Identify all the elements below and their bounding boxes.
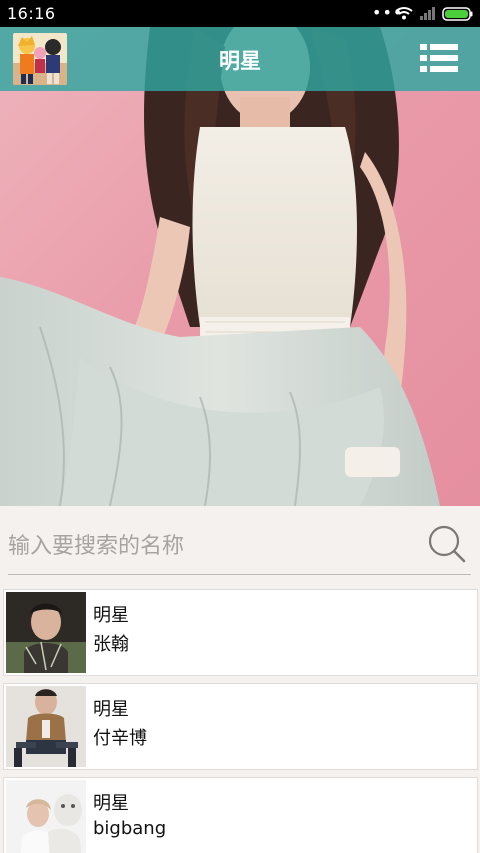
item-category: 明星 [93,793,129,814]
screen: 16:16 ••• 明星 输入要搜索的名称 明星 张翰 明星 付辛博 明星 bi… [0,0,480,853]
wifi-icon [395,7,413,20]
fu-xinbo-photo [6,686,86,767]
item-name: 张翰 [93,634,129,655]
naruto-logo[interactable] [13,33,67,85]
banner-image[interactable] [0,27,480,506]
bigbang-photo [6,780,86,853]
app-bar: 明星 [0,27,480,91]
item-name: 付辛博 [93,728,147,749]
item-category: 明星 [93,699,129,720]
list-item[interactable]: 明星 张翰 [3,589,478,676]
menu-button[interactable] [418,41,460,75]
search-bar [8,518,471,575]
status-bar: 16:16 ••• [0,0,480,27]
search-input[interactable] [8,526,408,566]
list-item[interactable]: 明星 付辛博 [3,683,478,770]
zhang-han-photo [6,592,86,673]
celebrity-list: 明星 张翰 明星 付辛博 明星 bigbang [3,589,478,853]
battery-icon [442,7,473,21]
signal-icon [420,7,435,20]
item-name: bigbang [93,818,167,839]
list-menu-icon [420,44,458,72]
list-item[interactable]: 明星 bigbang [3,777,478,853]
status-time: 16:16 [7,4,56,23]
celebrity-photo [0,27,480,506]
page-title: 明星 [219,49,261,73]
item-category: 明星 [93,605,129,626]
search-icon[interactable] [427,524,467,564]
